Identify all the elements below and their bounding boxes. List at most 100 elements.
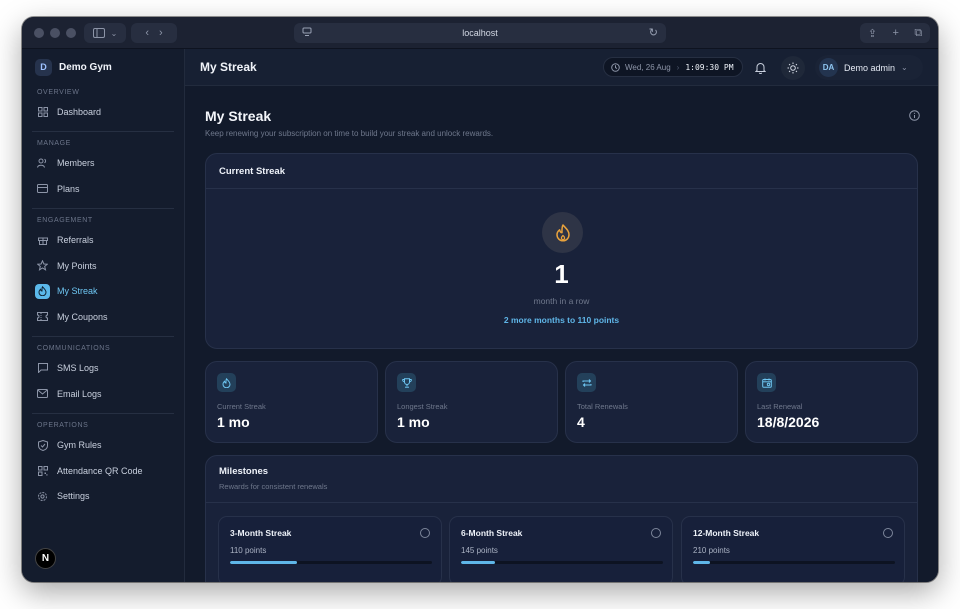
section-label-overview: OVERVIEW bbox=[37, 88, 80, 96]
sidebar-item-plans[interactable]: Plans bbox=[22, 176, 184, 202]
info-icon[interactable] bbox=[909, 110, 920, 121]
zoom-window-button[interactable] bbox=[66, 27, 76, 38]
chevron-down-icon: ⌄ bbox=[110, 28, 118, 38]
framework-badge[interactable]: N bbox=[35, 548, 56, 569]
theme-toggle-button[interactable] bbox=[781, 56, 805, 80]
sidebar-item-label: My Coupons bbox=[57, 311, 108, 322]
mail-icon bbox=[37, 388, 48, 399]
forward-icon[interactable]: › bbox=[159, 27, 163, 39]
sidebar-item-label: My Points bbox=[57, 260, 97, 271]
milestone-status-indicator bbox=[883, 528, 893, 538]
card-title: Current Streak bbox=[206, 154, 917, 189]
sidebar-item-my-streak[interactable]: My Streak bbox=[22, 279, 184, 305]
reload-icon[interactable]: ↻ bbox=[649, 26, 658, 39]
sidebar-item-members[interactable]: Members bbox=[22, 151, 184, 177]
topbar-title: My Streak bbox=[200, 60, 257, 74]
stat-label: Longest Streak bbox=[397, 402, 448, 411]
minimize-window-button[interactable] bbox=[50, 27, 60, 38]
sidebar-item-referrals[interactable]: Referrals bbox=[22, 228, 184, 254]
browser-window: ⌄ ‹ › localhost ↻ ⇪ + ⧉ D Demo Gym OVERV… bbox=[22, 17, 938, 582]
streak-value: 1 bbox=[554, 259, 569, 289]
notifications-button[interactable] bbox=[751, 59, 769, 77]
milestone-card: 3-Month Streak 110 points bbox=[218, 516, 442, 582]
sidebar-item-my-coupons[interactable]: My Coupons bbox=[22, 304, 184, 330]
milestone-progress-fill bbox=[693, 561, 710, 564]
sidebar-item-label: Referrals bbox=[57, 235, 94, 246]
flame-icon bbox=[35, 283, 50, 299]
stat-value: 4 bbox=[577, 414, 585, 430]
user-name: Demo admin bbox=[844, 62, 896, 73]
milestones-subtitle: Rewards for consistent renewals bbox=[219, 482, 328, 491]
stat-value: 1 mo bbox=[217, 414, 250, 430]
gift-icon bbox=[37, 235, 48, 246]
main-content: My Streak Keep renewing your subscriptio… bbox=[185, 86, 938, 582]
milestone-status-indicator bbox=[651, 528, 661, 538]
milestone-points: 145 points bbox=[461, 546, 498, 555]
next-reward-text: 2 more months to 110 points bbox=[503, 315, 620, 325]
stat-label: Last Renewal bbox=[757, 402, 803, 411]
sidebar-item-label: Attendance QR Code bbox=[57, 465, 143, 476]
stat-card-last-renewal: Last Renewal 18/8/2026 bbox=[745, 361, 918, 443]
close-window-button[interactable] bbox=[34, 27, 44, 38]
browser-actions: ⇪ + ⧉ bbox=[860, 23, 930, 43]
sidebar-item-gym-rules[interactable]: Gym Rules bbox=[22, 433, 184, 459]
credit-card-icon bbox=[37, 183, 48, 194]
sidebar-item-label: Members bbox=[57, 158, 95, 169]
back-icon[interactable]: ‹ bbox=[145, 27, 149, 39]
stat-value: 1 mo bbox=[397, 414, 430, 430]
current-date: Wed, 26 Aug bbox=[625, 62, 671, 72]
stat-icon-badge bbox=[217, 373, 236, 392]
tab-overview-icon[interactable]: ⧉ bbox=[914, 27, 922, 40]
share-icon[interactable]: ⇪ bbox=[868, 27, 877, 40]
sidebar-item-sms-logs[interactable]: SMS Logs bbox=[22, 356, 184, 382]
sidebar-item-dashboard[interactable]: Dashboard bbox=[22, 99, 184, 125]
ticket-icon bbox=[37, 311, 48, 322]
divider bbox=[206, 502, 917, 503]
sidebar-item-email-logs[interactable]: Email Logs bbox=[22, 381, 184, 407]
section-label-manage: MANAGE bbox=[37, 140, 71, 147]
datetime-separator: › bbox=[676, 62, 680, 72]
stat-label: Total Renewals bbox=[577, 402, 628, 411]
page-settings-icon[interactable] bbox=[302, 27, 312, 37]
sidebar-item-settings[interactable]: Settings bbox=[22, 484, 184, 510]
section-label-operations: OPERATIONS bbox=[37, 422, 89, 429]
users-icon bbox=[37, 158, 48, 169]
divider bbox=[32, 130, 174, 132]
flame-icon bbox=[222, 377, 231, 388]
milestones-card: Milestones Rewards for consistent renewa… bbox=[205, 455, 918, 582]
milestone-name: 3-Month Streak bbox=[230, 528, 292, 538]
current-streak-card: Current Streak 1 month in a row 2 more m… bbox=[205, 153, 918, 349]
star-icon bbox=[37, 260, 48, 272]
sidebar-item-label: My Streak bbox=[57, 286, 98, 297]
sidebar-item-label: Settings bbox=[57, 491, 90, 502]
streak-unit: month in a row bbox=[533, 296, 590, 306]
sidebar-item-attendance-qr[interactable]: Attendance QR Code bbox=[22, 458, 184, 484]
sidebar-item-label: Dashboard bbox=[57, 106, 102, 117]
browser-toolbar: ⌄ ‹ › localhost ↻ ⇪ + ⧉ bbox=[22, 17, 938, 49]
chevron-down-icon: ⌄ bbox=[901, 63, 908, 72]
page-subtitle: Keep renewing your subscription on time … bbox=[205, 129, 494, 138]
section-label-communications: COMMUNICATIONS bbox=[37, 345, 111, 352]
brand[interactable]: D Demo Gym bbox=[22, 49, 184, 85]
divider bbox=[32, 335, 174, 337]
url-text: localhost bbox=[462, 28, 498, 38]
new-tab-icon[interactable]: + bbox=[892, 27, 898, 39]
stat-card-current-streak: Current Streak 1 mo bbox=[205, 361, 378, 443]
user-menu[interactable]: DA Demo admin ⌄ bbox=[815, 55, 923, 80]
sidebar-item-my-points[interactable]: My Points bbox=[22, 253, 184, 279]
sidebar-item-label: SMS Logs bbox=[57, 363, 99, 374]
stat-icon-badge bbox=[757, 373, 776, 392]
sidebar-toggle-button[interactable]: ⌄ bbox=[84, 23, 126, 43]
dashboard-icon bbox=[37, 106, 48, 117]
clock-icon bbox=[611, 62, 620, 72]
sidebar-item-label: Plans bbox=[57, 183, 80, 194]
sidebar-item-label: Gym Rules bbox=[57, 440, 102, 451]
milestone-points: 210 points bbox=[693, 546, 730, 555]
milestone-progress-track bbox=[693, 561, 895, 564]
avatar: DA bbox=[819, 58, 838, 77]
milestone-points: 110 points bbox=[230, 546, 267, 555]
address-bar[interactable]: localhost ↻ bbox=[294, 23, 666, 43]
current-time: 1:09:30 PM bbox=[685, 62, 734, 72]
milestone-progress-track bbox=[461, 561, 663, 564]
stat-label: Current Streak bbox=[217, 402, 266, 411]
